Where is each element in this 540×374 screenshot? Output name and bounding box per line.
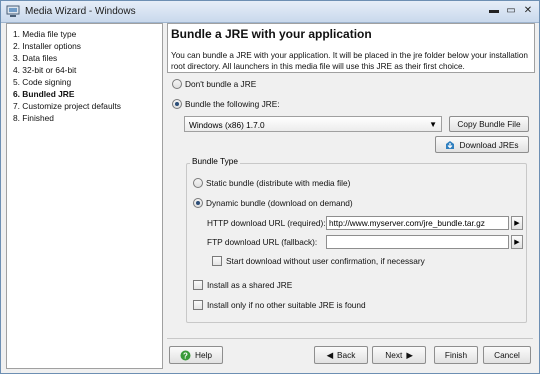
maximize-icon[interactable]: ▭: [506, 4, 516, 16]
http-url-input[interactable]: http://www.myserver.com/jre_bundle.tar.g…: [326, 216, 509, 230]
step-installer-options[interactable]: 2. Installer options: [13, 41, 81, 51]
bundle-type-title: Bundle Type: [190, 156, 240, 166]
cancel-button[interactable]: Cancel: [483, 346, 531, 364]
step-data-files[interactable]: 3. Data files: [13, 53, 57, 63]
back-arrow-icon: ◀: [326, 350, 333, 360]
step-32-or-64-bit[interactable]: 4. 32-bit or 64-bit: [13, 65, 76, 75]
jre-select-value: Windows (x86) 1.7.0: [189, 120, 265, 130]
cancel-label: Cancel: [494, 350, 520, 360]
install-shared-label[interactable]: Install as a shared JRE: [207, 280, 292, 290]
help-label: Help: [194, 350, 213, 360]
download-icon: [446, 140, 455, 149]
steps-sidebar: 1. Media file type 2. Installer options …: [6, 23, 163, 369]
next-label: Next: [385, 350, 403, 360]
download-jres-button[interactable]: Download JREs: [435, 136, 529, 153]
help-icon: ?: [180, 350, 191, 360]
dynamic-bundle-radio[interactable]: [193, 198, 203, 208]
back-label: Back: [336, 350, 356, 360]
dont-bundle-label[interactable]: Don't bundle a JRE: [185, 79, 256, 89]
download-jres-label: Download JREs: [459, 139, 519, 150]
copy-bundle-file-label: Copy Bundle File: [457, 119, 521, 129]
chevron-down-icon: ▼: [429, 120, 437, 129]
bundle-following-radio[interactable]: [172, 99, 182, 109]
install-only-if-checkbox[interactable]: [193, 300, 203, 310]
static-bundle-radio[interactable]: [193, 178, 203, 188]
page-header: Bundle a JRE with your application You c…: [167, 23, 535, 73]
ftp-url-arrow-icon[interactable]: ▶: [511, 235, 523, 249]
help-button[interactable]: ? Help: [169, 346, 223, 364]
step-customize-project-defaults[interactable]: 7. Customize project defaults: [13, 101, 121, 111]
step-code-signing[interactable]: 5. Code signing: [13, 77, 71, 87]
window-title: Media Wizard - Windows: [25, 6, 136, 17]
close-icon[interactable]: ✕: [523, 4, 533, 16]
page-description: You can bundle a JRE with your applicati…: [171, 51, 528, 71]
dont-bundle-radio[interactable]: [172, 79, 182, 89]
next-arrow-icon: ▶: [406, 350, 413, 360]
jre-select[interactable]: Windows (x86) 1.7.0 ▼: [184, 116, 442, 132]
start-download-checkbox[interactable]: [212, 256, 222, 266]
app-icon: [6, 5, 20, 17]
ftp-url-label: FTP download URL (fallback):: [207, 237, 318, 247]
step-media-file-type[interactable]: 1. Media file type: [13, 29, 76, 39]
next-button[interactable]: Next ▶: [372, 346, 426, 364]
title-bar[interactable]: Media Wizard - Windows ▬ ▭ ✕: [1, 1, 539, 23]
minimize-icon[interactable]: ▬: [489, 4, 499, 16]
footer-separator: [167, 338, 533, 339]
svg-text:?: ?: [183, 351, 188, 360]
dynamic-bundle-label[interactable]: Dynamic bundle (download on demand): [206, 198, 353, 208]
wizard-window: Media Wizard - Windows ▬ ▭ ✕ 1. Media fi…: [0, 0, 540, 374]
bundle-following-label[interactable]: Bundle the following JRE:: [185, 99, 280, 109]
http-url-label: HTTP download URL (required):: [207, 218, 326, 228]
http-url-arrow-icon[interactable]: ▶: [511, 216, 523, 230]
step-bundled-jre[interactable]: 6. Bundled JRE: [13, 89, 74, 99]
finish-label: Finish: [444, 350, 468, 360]
step-finished[interactable]: 8. Finished: [13, 113, 54, 123]
back-button[interactable]: ◀ Back: [314, 346, 368, 364]
page-title: Bundle a JRE with your application: [171, 27, 372, 41]
install-only-if-label[interactable]: Install only if no other suitable JRE is…: [207, 300, 366, 310]
finish-button[interactable]: Finish: [434, 346, 478, 364]
copy-bundle-file-button[interactable]: Copy Bundle File: [449, 116, 529, 132]
ftp-url-input[interactable]: [326, 235, 509, 249]
start-download-label[interactable]: Start download without user confirmation…: [226, 256, 425, 266]
static-bundle-label[interactable]: Static bundle (distribute with media fil…: [206, 178, 350, 188]
install-shared-checkbox[interactable]: [193, 280, 203, 290]
